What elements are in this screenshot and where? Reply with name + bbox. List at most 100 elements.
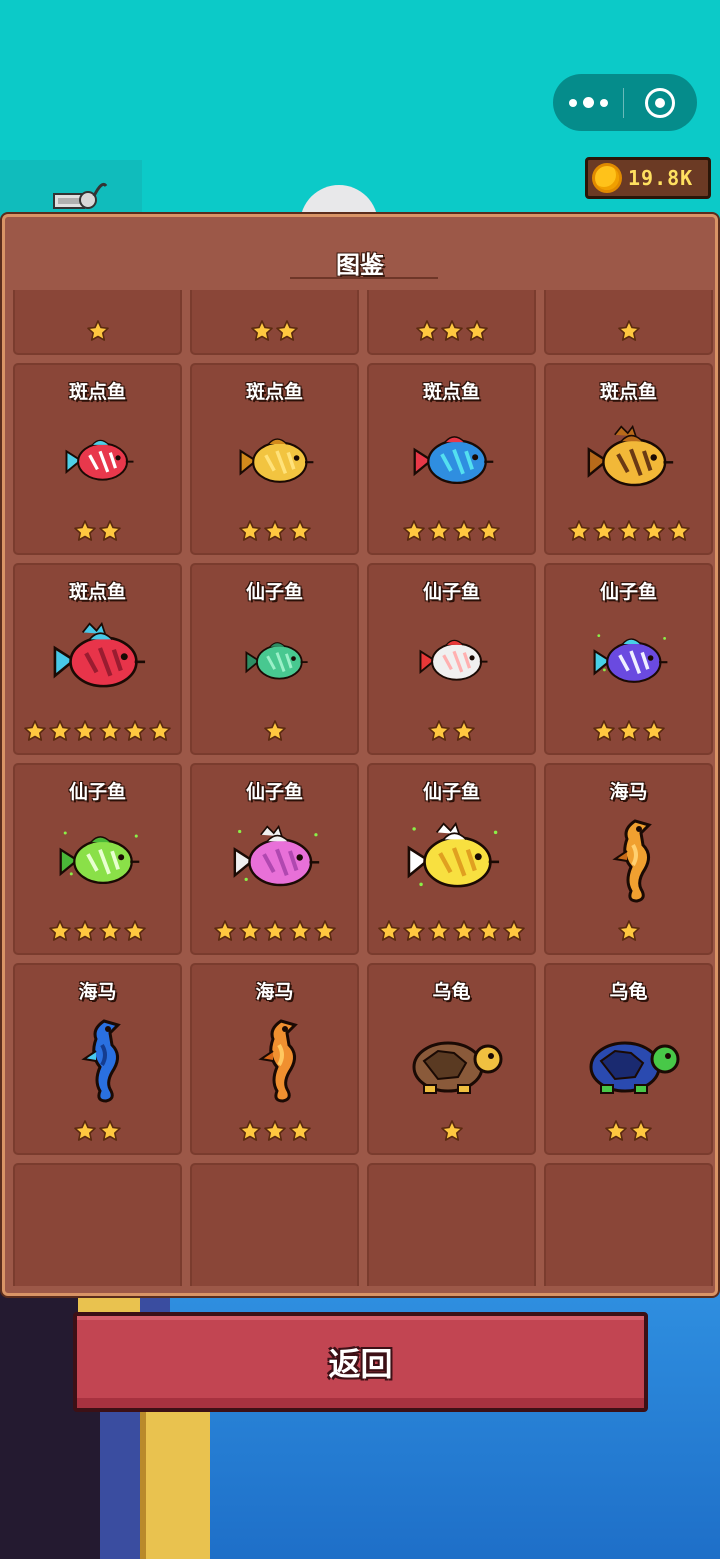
fish-icon bbox=[393, 290, 514, 309]
star-rating bbox=[15, 919, 180, 943]
card-name: 斑点鱼 bbox=[68, 381, 126, 403]
coin-icon bbox=[592, 163, 622, 193]
star-icon bbox=[378, 920, 400, 941]
card-scroll-area[interactable]: 蝴蝶鱼蝴蝶鱼蝴蝶鱼斑点鱼斑点鱼斑点鱼斑点鱼斑点鱼斑点鱼仙子鱼仙子鱼仙子鱼仙子鱼仙… bbox=[9, 290, 713, 1286]
star-icon bbox=[124, 920, 146, 941]
star-icon bbox=[465, 320, 488, 341]
fish-icon bbox=[39, 613, 160, 709]
collection-card[interactable]: 斑点鱼 bbox=[544, 290, 713, 355]
collection-card[interactable]: 海马 bbox=[13, 963, 182, 1155]
encyclopedia-panel: 图鉴 蝴蝶鱼蝴蝶鱼蝴蝶鱼斑点鱼斑点鱼斑点鱼斑点鱼斑点鱼斑点鱼仙子鱼仙子鱼仙子鱼仙… bbox=[2, 214, 718, 1296]
star-rating bbox=[192, 519, 357, 543]
collection-card[interactable]: 仙子鱼 bbox=[13, 763, 182, 955]
collection-card[interactable]: 蝴蝶鱼 bbox=[13, 290, 182, 355]
mini-program-capsule bbox=[553, 74, 697, 131]
star-rating bbox=[192, 919, 357, 943]
collection-card[interactable]: 斑点鱼 bbox=[13, 363, 182, 555]
back-button[interactable]: 返回 bbox=[73, 1312, 648, 1412]
star-icon bbox=[288, 520, 311, 541]
star-icon bbox=[49, 920, 71, 941]
collection-card[interactable] bbox=[13, 1163, 182, 1286]
collection-card[interactable]: 仙子鱼 bbox=[190, 563, 359, 755]
star-icon bbox=[288, 920, 311, 941]
star-rating bbox=[369, 319, 534, 343]
card-name: 海马 bbox=[255, 981, 294, 1003]
card-name: 海马 bbox=[609, 781, 648, 803]
coin-counter: 19.8K bbox=[585, 157, 711, 199]
panel-title: 图鉴 bbox=[336, 251, 384, 279]
seahorse-icon bbox=[570, 813, 691, 909]
star-icon bbox=[503, 920, 525, 941]
star-icon bbox=[453, 720, 475, 741]
star-icon bbox=[124, 720, 146, 741]
star-rating bbox=[546, 1119, 711, 1143]
collection-card[interactable]: 海马 bbox=[190, 963, 359, 1155]
collection-card[interactable] bbox=[544, 1163, 713, 1286]
fish-icon bbox=[39, 290, 160, 309]
collection-card[interactable]: 斑点鱼 bbox=[367, 363, 536, 555]
fish-icon bbox=[216, 413, 337, 509]
fish-icon bbox=[570, 613, 691, 709]
star-icon bbox=[415, 320, 438, 341]
card-name: 仙子鱼 bbox=[422, 581, 480, 603]
card-name: 斑点鱼 bbox=[422, 381, 480, 403]
star-rating bbox=[546, 719, 711, 743]
star-icon bbox=[617, 920, 640, 941]
collection-card[interactable]: 仙子鱼 bbox=[367, 563, 536, 755]
star-icon bbox=[605, 1120, 627, 1141]
star-icon bbox=[428, 920, 450, 941]
collection-card[interactable]: 斑点鱼 bbox=[544, 363, 713, 555]
collection-card[interactable]: 海马 bbox=[544, 763, 713, 955]
collection-card[interactable]: 仙子鱼 bbox=[367, 763, 536, 955]
seahorse-icon bbox=[216, 1013, 337, 1109]
star-rating bbox=[15, 719, 180, 743]
star-icon bbox=[630, 1120, 652, 1141]
collection-card[interactable] bbox=[190, 1163, 359, 1286]
star-icon bbox=[453, 920, 475, 941]
star-icon bbox=[428, 720, 450, 741]
star-icon bbox=[99, 720, 121, 741]
fish-icon bbox=[570, 290, 691, 309]
fish-icon bbox=[39, 813, 160, 909]
fishing-hook-icon bbox=[53, 182, 108, 209]
star-icon bbox=[74, 720, 96, 741]
collection-card[interactable]: 仙子鱼 bbox=[544, 563, 713, 755]
collection-card[interactable]: 蝴蝶鱼 bbox=[367, 290, 536, 355]
star-icon bbox=[74, 520, 96, 541]
star-rating bbox=[546, 519, 711, 543]
star-icon bbox=[478, 520, 500, 541]
card-name: 海马 bbox=[78, 981, 117, 1003]
collection-card[interactable]: 乌龟 bbox=[544, 963, 713, 1155]
star-icon bbox=[592, 720, 615, 741]
star-rating bbox=[192, 719, 357, 743]
star-rating bbox=[369, 1119, 534, 1143]
card-name: 仙子鱼 bbox=[245, 781, 303, 803]
star-rating bbox=[369, 919, 534, 943]
star-icon bbox=[288, 1120, 311, 1141]
star-rating bbox=[15, 1119, 180, 1143]
fish-icon bbox=[216, 613, 337, 709]
star-icon bbox=[238, 1120, 261, 1141]
star-icon bbox=[617, 520, 640, 541]
collection-card[interactable]: 斑点鱼 bbox=[190, 363, 359, 555]
card-name: 仙子鱼 bbox=[422, 781, 480, 803]
fish-icon bbox=[216, 813, 337, 909]
collection-card[interactable]: 蝴蝶鱼 bbox=[190, 290, 359, 355]
star-icon bbox=[99, 920, 121, 941]
star-icon bbox=[667, 520, 690, 541]
star-icon bbox=[567, 520, 590, 541]
star-icon bbox=[263, 720, 286, 741]
collection-card[interactable]: 乌龟 bbox=[367, 963, 536, 1155]
collection-card[interactable]: 斑点鱼 bbox=[13, 563, 182, 755]
star-icon bbox=[263, 920, 286, 941]
star-icon bbox=[428, 520, 450, 541]
star-icon bbox=[238, 520, 261, 541]
fish-icon bbox=[393, 613, 514, 709]
star-icon bbox=[99, 1120, 121, 1141]
collection-card[interactable]: 仙子鱼 bbox=[190, 763, 359, 955]
collection-card[interactable] bbox=[367, 1163, 536, 1286]
star-icon bbox=[149, 720, 171, 741]
more-dots-icon[interactable] bbox=[553, 97, 623, 108]
card-name: 仙子鱼 bbox=[68, 781, 126, 803]
target-icon[interactable] bbox=[624, 87, 696, 118]
